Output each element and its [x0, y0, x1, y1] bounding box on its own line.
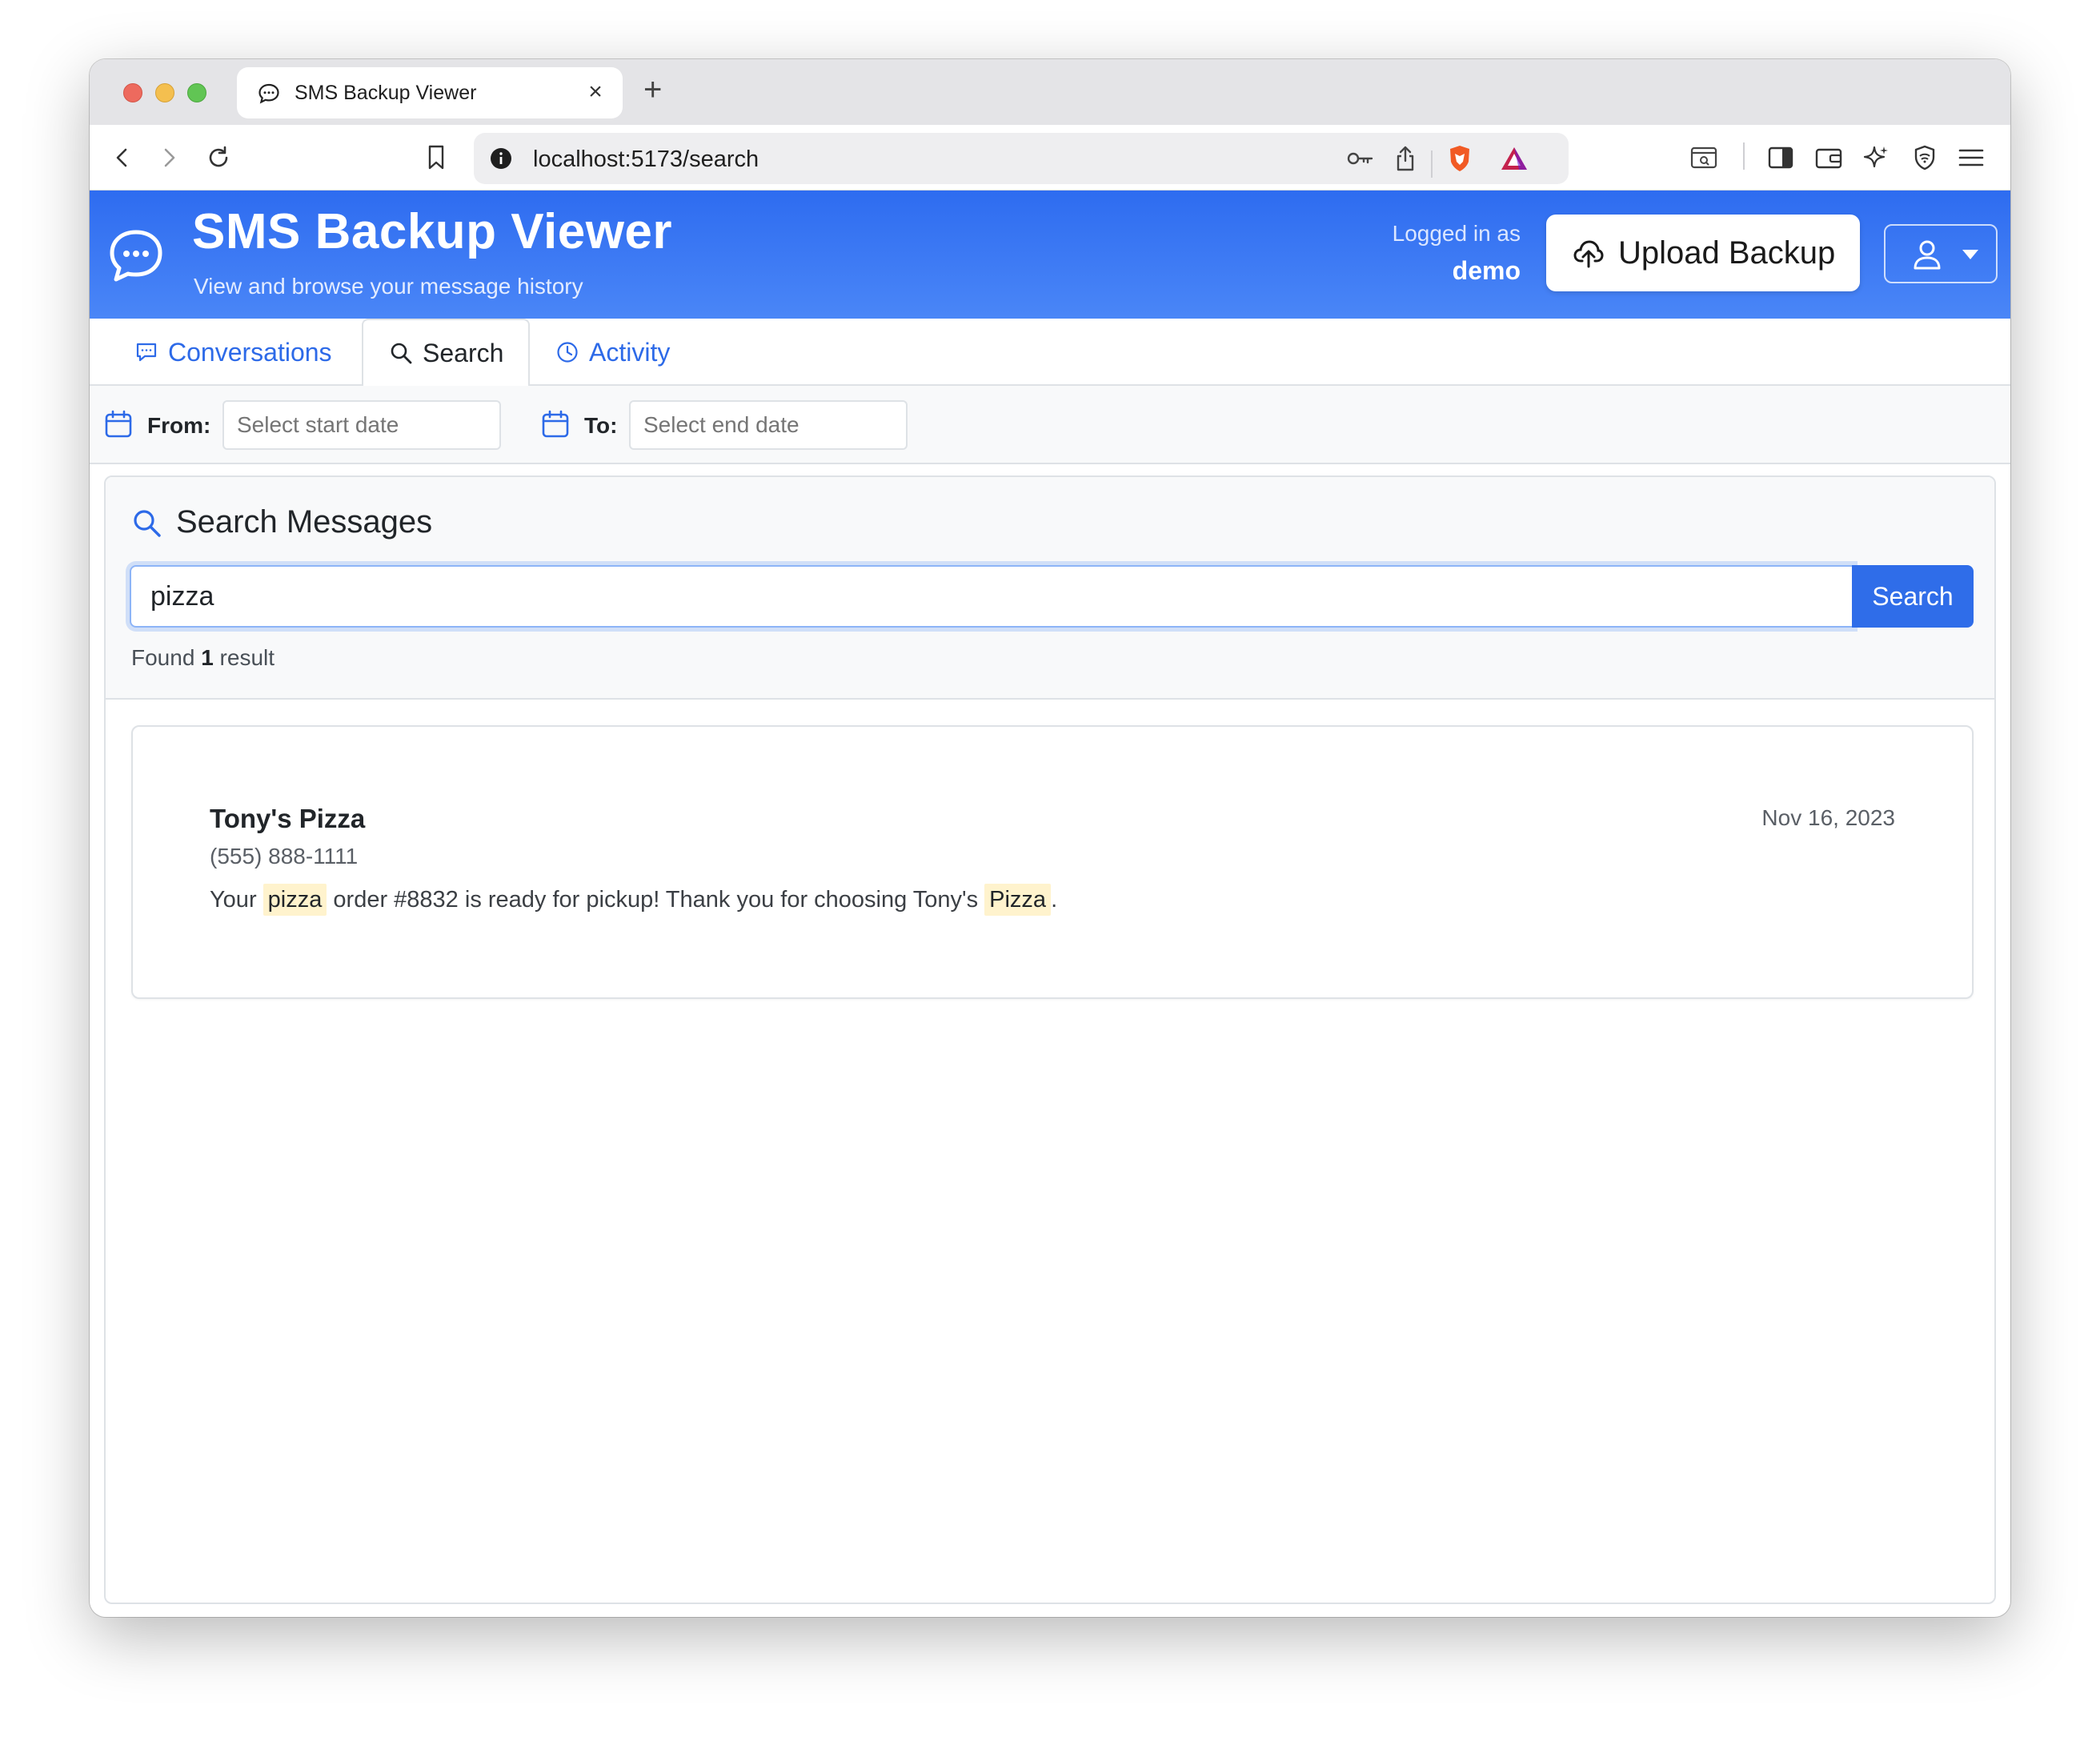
result-contact-name: Tony's Pizza — [210, 804, 366, 833]
wallet-button[interactable] — [1812, 141, 1846, 175]
date-filter-bar: From: To: — [90, 386, 2010, 464]
caret-down-icon — [1962, 250, 1978, 259]
chat-bubble-logo-icon — [110, 230, 162, 282]
sparkle-icon — [1863, 146, 1888, 168]
logged-in-username: demo — [1452, 256, 1521, 285]
site-info-icon[interactable] — [490, 147, 512, 170]
back-button[interactable] — [106, 141, 139, 175]
brave-rewards-icon[interactable] — [1500, 144, 1529, 173]
calendar-icon — [105, 410, 132, 438]
browser-tab[interactable]: SMS Backup Viewer × — [237, 67, 623, 118]
hamburger-menu-icon — [1958, 149, 1984, 166]
close-tab-icon[interactable]: × — [583, 78, 608, 106]
vpn-button[interactable] — [1908, 141, 1942, 175]
tab-search-label: Search — [423, 338, 504, 367]
search-card: Search Messages Search Found 1 result To… — [104, 475, 1996, 1604]
end-date-input[interactable] — [629, 400, 908, 450]
upload-backup-button[interactable]: Upload Backup — [1546, 215, 1860, 291]
tab-search[interactable]: Search — [362, 319, 530, 387]
app-header: SMS Backup Viewer View and browse your m… — [90, 191, 2010, 319]
menu-button[interactable] — [1954, 141, 1988, 175]
bookmark-icon — [428, 145, 444, 170]
from-label: From: — [147, 413, 211, 438]
search-card-title: Search Messages — [176, 504, 433, 540]
address-bar[interactable]: localhost:5173/search — [474, 133, 1569, 184]
browser-window: SMS Backup Viewer × + localhost:5173/sea… — [90, 59, 2010, 1617]
bookmark-button[interactable] — [419, 141, 453, 175]
shield-icon — [1914, 145, 1935, 170]
chat-bubble-icon — [258, 83, 279, 104]
tab-conversations[interactable]: Conversations — [134, 319, 332, 386]
upload-backup-label: Upload Backup — [1618, 235, 1836, 271]
reader-view-button[interactable] — [1687, 141, 1721, 175]
chevron-right-icon — [164, 148, 175, 167]
password-key-icon[interactable] — [1346, 144, 1375, 173]
search-input[interactable] — [130, 565, 1854, 628]
user-menu-button[interactable] — [1884, 224, 1998, 283]
tab-activity[interactable]: Activity — [555, 319, 670, 386]
result-count: Found 1 result — [131, 645, 275, 670]
clock-icon — [557, 342, 578, 363]
reload-button[interactable] — [202, 141, 235, 175]
wallet-icon — [1815, 148, 1842, 169]
tab-conversations-label: Conversations — [168, 337, 332, 367]
minimize-window-button[interactable] — [155, 83, 174, 102]
new-tab-button[interactable]: + — [643, 74, 662, 106]
search-button[interactable]: Search — [1852, 565, 1974, 628]
search-highlight: Pizza — [984, 884, 1052, 916]
browser-toolbar: localhost:5173/search — [90, 125, 2010, 191]
search-card-header: Search Messages Search Found 1 result — [106, 477, 1994, 700]
browser-tab-strip: SMS Backup Viewer × + — [90, 59, 2010, 125]
url-text[interactable]: localhost:5173/search — [533, 146, 759, 173]
brave-shields-icon[interactable] — [1445, 144, 1474, 173]
user-icon — [1914, 240, 1941, 270]
close-window-button[interactable] — [123, 83, 142, 102]
to-label: To: — [584, 413, 618, 438]
search-icon — [391, 343, 412, 364]
start-date-input[interactable] — [222, 400, 501, 450]
reload-icon — [209, 146, 228, 167]
result-phone-number: (555) 888-1111 — [210, 844, 359, 869]
share-icon[interactable] — [1391, 144, 1420, 173]
app-nav-tabs: Conversations Search Activity — [90, 319, 2010, 387]
chevron-left-icon — [116, 148, 127, 167]
result-count-number: 1 — [201, 645, 214, 670]
browser-tab-title: SMS Backup Viewer — [295, 82, 477, 104]
app-subtitle: View and browse your message history — [194, 274, 583, 299]
leo-ai-button[interactable] — [1860, 141, 1894, 175]
logged-in-label: Logged in as — [1392, 221, 1521, 246]
calendar-icon — [542, 410, 569, 438]
tab-activity-label: Activity — [589, 337, 671, 367]
search-icon — [134, 510, 161, 537]
forward-button[interactable] — [152, 141, 186, 175]
sidebar-toggle-button[interactable] — [1764, 141, 1797, 175]
search-highlight: pizza — [262, 884, 327, 916]
result-date: Nov 16, 2023 — [1761, 805, 1895, 830]
chat-square-icon — [136, 343, 157, 362]
sidebar-icon — [1768, 146, 1793, 169]
cloud-upload-icon — [1573, 240, 1604, 268]
maximize-window-button[interactable] — [187, 83, 206, 102]
reader-icon — [1690, 146, 1717, 169]
search-result-item[interactable]: Tony's Pizza (555) 888-1111 Nov 16, 2023… — [131, 725, 1974, 999]
result-message-body: Your pizza order #8832 is ready for pick… — [210, 884, 1057, 916]
app-title: SMS Backup Viewer — [192, 204, 673, 259]
